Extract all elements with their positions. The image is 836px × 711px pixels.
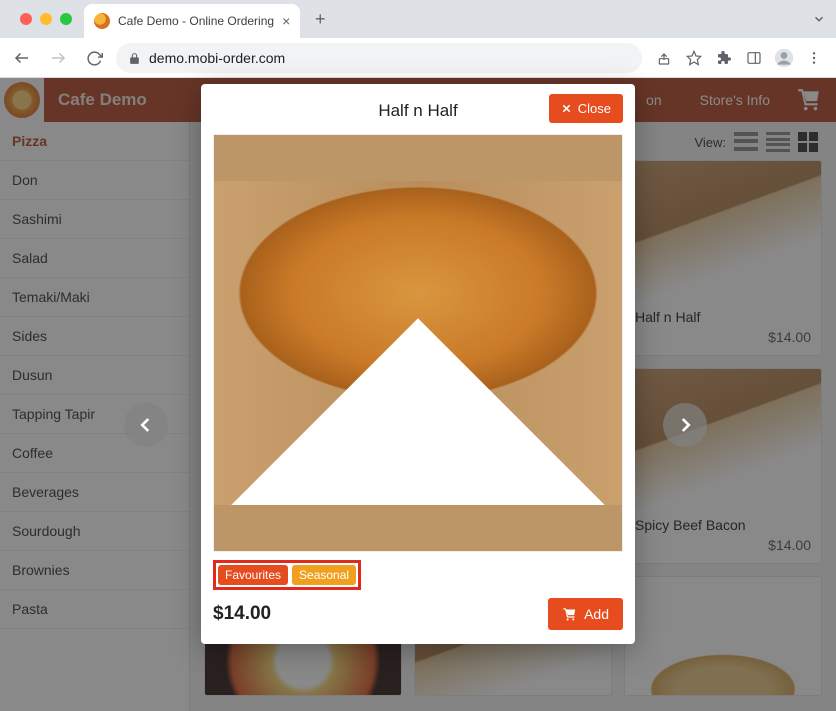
- browser-chrome: Cafe Demo - Online Ordering × + demo.mob…: [0, 0, 836, 78]
- tag-seasonal[interactable]: Seasonal: [292, 565, 356, 585]
- modal-header: Half n Half Close: [213, 94, 623, 128]
- modal-title: Half n Half: [378, 101, 457, 121]
- tab-favicon-icon: [94, 13, 110, 29]
- new-tab-button[interactable]: +: [306, 5, 334, 33]
- close-icon: [561, 103, 572, 114]
- extensions-icon[interactable]: [714, 48, 734, 68]
- modal-footer: $14.00 Add: [213, 598, 623, 630]
- add-button[interactable]: Add: [548, 598, 623, 630]
- carousel-prev-button[interactable]: [124, 403, 168, 447]
- modal-overlay[interactable]: Half n Half Close Favourites Seasonal $1…: [0, 78, 836, 711]
- kebab-menu-icon[interactable]: [804, 48, 824, 68]
- window-close-icon[interactable]: [20, 13, 32, 25]
- window-fullscreen-icon[interactable]: [60, 13, 72, 25]
- add-label: Add: [584, 606, 609, 622]
- tag-highlight: Favourites Seasonal: [213, 560, 361, 590]
- modal-product-image: [213, 134, 623, 552]
- back-button[interactable]: [8, 44, 36, 72]
- address-bar: demo.mobi-order.com: [0, 38, 836, 78]
- product-modal: Half n Half Close Favourites Seasonal $1…: [201, 84, 635, 644]
- toolbar-right: [650, 48, 828, 68]
- cart-icon: [562, 607, 577, 622]
- panel-icon[interactable]: [744, 48, 764, 68]
- carousel-next-button[interactable]: [663, 403, 707, 447]
- close-tab-icon[interactable]: ×: [282, 13, 290, 29]
- window-controls: [8, 0, 84, 38]
- share-icon[interactable]: [654, 48, 674, 68]
- modal-price: $14.00: [213, 603, 271, 625]
- url-text: demo.mobi-order.com: [149, 50, 285, 66]
- bookmark-star-icon[interactable]: [684, 48, 704, 68]
- tag-favourites[interactable]: Favourites: [218, 565, 288, 585]
- profile-avatar-icon[interactable]: [774, 48, 794, 68]
- browser-tab-bar: Cafe Demo - Online Ordering × +: [0, 0, 836, 38]
- close-label: Close: [578, 101, 611, 116]
- url-input[interactable]: demo.mobi-order.com: [116, 43, 642, 73]
- reload-button[interactable]: [80, 44, 108, 72]
- tab-title: Cafe Demo - Online Ordering: [118, 14, 274, 28]
- lock-icon: [128, 52, 141, 65]
- close-button[interactable]: Close: [549, 94, 623, 123]
- forward-button[interactable]: [44, 44, 72, 72]
- browser-tab[interactable]: Cafe Demo - Online Ordering ×: [84, 4, 300, 38]
- tabs-overflow-icon[interactable]: [812, 12, 826, 26]
- window-minimize-icon[interactable]: [40, 13, 52, 25]
